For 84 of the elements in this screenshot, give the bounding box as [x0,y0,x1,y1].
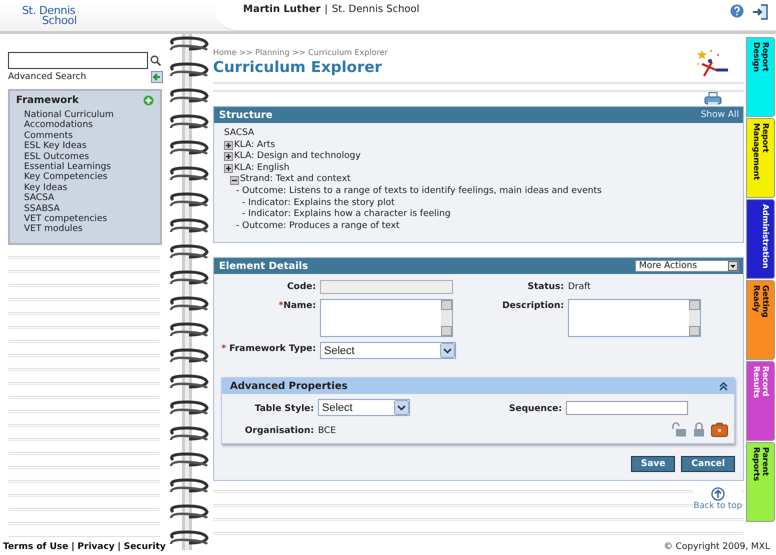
page-title: Curriculum Explorer [213,58,383,76]
chevron-down-icon [394,400,409,416]
organisation-value: BCE [318,424,337,436]
search-icon[interactable] [150,55,161,66]
cancel-button[interactable]: Cancel [681,456,735,472]
structure-title: Structure [219,110,273,120]
field-label: Code: [287,281,316,292]
side-tab[interactable]: Report Management [746,118,775,198]
framework-item[interactable]: SSABSA [24,204,154,214]
side-tab[interactable]: Getting Ready [746,280,775,360]
field-label: *Name: [278,300,316,312]
caret-icon [728,261,738,272]
lock-icon[interactable] [693,422,705,438]
expand-icon[interactable] [224,140,233,150]
field-label: Description: [502,300,564,312]
side-tab[interactable]: Administration [746,199,775,279]
arrow-up-icon [710,487,725,502]
framework-item[interactable]: VET modules [24,224,154,235]
framework-item[interactable]: National Curriculum [24,110,154,120]
unlock-icon[interactable] [671,422,687,438]
framework-item[interactable]: Essential Learnings [24,162,154,172]
framework-type-select[interactable]: Select [320,342,456,360]
status-value: Draft [568,281,592,292]
advanced-search-link[interactable]: Advanced Search [8,72,86,82]
footer-link[interactable]: Security [124,542,166,552]
separator: | [118,542,121,552]
back-to-top-link[interactable]: Back to top [693,487,742,512]
tree-item[interactable]: KLA: Design and technology [234,151,361,163]
framework-item[interactable]: SACSA [24,193,154,204]
tree-item[interactable]: KLA: English [234,162,290,174]
tree-item[interactable]: SACSA [224,128,254,140]
framework-title: Framework [16,95,79,106]
save-button[interactable]: Save [630,456,676,472]
framework-item[interactable]: ESL Outcomes [24,152,154,162]
tree-item[interactable]: KLA: Arts [234,140,276,152]
footer-link[interactable]: Privacy [77,542,115,552]
side-tab[interactable]: Parent Reports [746,442,775,522]
field-label: Organisation: [244,424,314,436]
user-name: Martin Luther [243,4,321,15]
search-field[interactable] [8,52,148,69]
name-field[interactable] [320,299,453,338]
add-icon[interactable] [143,95,154,106]
chevron-down-icon [440,343,455,358]
stars-logo-icon [694,48,730,78]
separator: | [324,4,328,15]
field-label: * Framework Type: [221,343,316,354]
copyright: © Copyright 2009, MXL [664,542,770,552]
more-actions-dropdown[interactable]: More Actions [635,260,739,272]
expand-icon[interactable] [224,152,233,162]
side-tab[interactable]: Report Design [746,37,775,117]
expand-icon[interactable] [224,164,233,174]
tree-item[interactable]: - Indicator: Explains how a character is feeling [242,209,451,221]
framework-item[interactable]: VET competencies [24,214,154,224]
briefcase-icon[interactable] [711,422,728,438]
printer-icon[interactable] [704,92,722,106]
sequence-field[interactable] [566,400,688,415]
framework-item[interactable]: Key Ideas [24,182,154,194]
advanced-properties-title: Advanced Properties [230,380,348,392]
table-style-select[interactable]: Select [318,399,410,416]
separator: | [71,542,75,552]
element-details-title: Element Details [219,260,308,272]
framework-item[interactable]: Comments [24,130,154,142]
school-name: St. Dennis School [332,4,420,15]
field-label: Table Style: [254,402,314,414]
collapse-icon[interactable] [230,176,239,185]
help-icon[interactable] [730,4,744,18]
tree-item[interactable]: - Outcome: Produces a range of text [236,220,400,232]
show-all-link[interactable]: Show All [700,110,739,120]
school-logo[interactable]: St. Dennis School [0,0,215,31]
collapse-icon[interactable] [719,382,728,391]
tree-item[interactable]: - Outcome: Listens to a range of texts to identify feelings, main ideas and events [236,186,602,198]
description-field[interactable] [568,299,701,338]
framework-item[interactable]: Accomodations [24,120,154,131]
field-label: Status: [527,281,564,292]
breadcrumb[interactable]: Home >> Planning >> Curriculum Explorer [213,48,388,57]
framework-item[interactable]: Key Competencies [24,172,154,183]
framework-item[interactable]: ESL Key Ideas [24,141,154,152]
footer-link[interactable]: Terms of Use [3,542,68,552]
side-tab[interactable]: Record Results [746,361,775,441]
field-label: Sequence: [509,402,562,414]
arrow-left-icon[interactable] [151,71,163,83]
tree-item[interactable]: - Indicator: Explains the story plot [242,198,395,210]
logout-icon[interactable] [752,4,768,20]
tree-item[interactable]: Strand: Text and context [240,174,351,186]
